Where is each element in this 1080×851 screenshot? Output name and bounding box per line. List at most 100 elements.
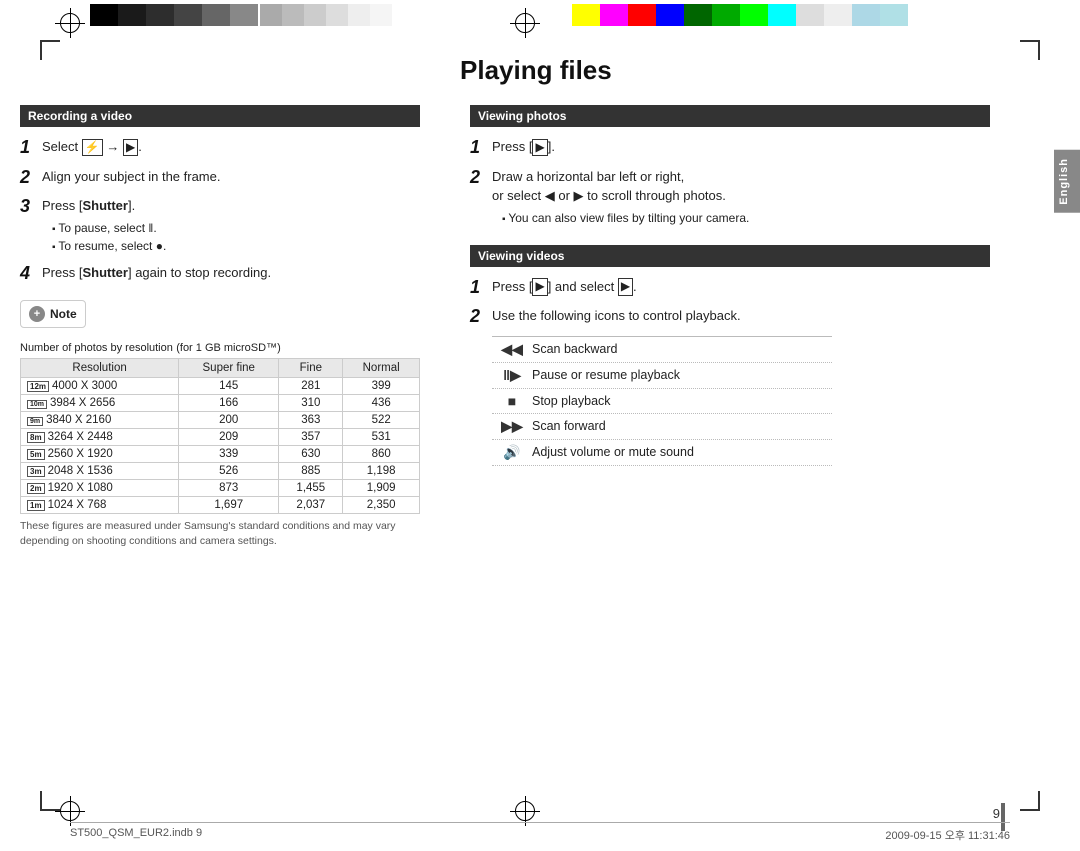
viewing-videos-section: Viewing videos 1 Press [▶] and select ▶.… bbox=[470, 245, 990, 466]
scan-backward-icon: ◀◀ bbox=[492, 341, 532, 358]
recording-header: Recording a video bbox=[20, 105, 420, 127]
scan-forward-icon: ▶▶ bbox=[492, 418, 532, 435]
step-3-bullet-2: To resume, select ●. bbox=[52, 237, 420, 255]
icon-row-scan-forward: ▶▶ Scan forward bbox=[492, 414, 832, 440]
gray-bar-2 bbox=[282, 4, 304, 26]
viewing-photos-header: Viewing photos bbox=[470, 105, 990, 127]
note-box: + Note bbox=[20, 300, 86, 328]
black-bars bbox=[90, 4, 258, 26]
video-icon: ▶ bbox=[123, 139, 138, 157]
viewing-photos-section: Viewing photos 1 Press [▶]. 2 Draw a hor… bbox=[470, 105, 990, 227]
powder-blue-bar bbox=[880, 4, 908, 26]
photo-bullet-1: You can also view files by tilting your … bbox=[502, 209, 990, 227]
resolution-table: Resolution Super fine Fine Normal 12m400… bbox=[20, 358, 420, 514]
volume-label: Adjust volume or mute sound bbox=[532, 445, 832, 459]
right-column: Viewing photos 1 Press [▶]. 2 Draw a hor… bbox=[470, 105, 990, 466]
table-row: 9m3840 X 2160 200363522 bbox=[21, 412, 420, 429]
light-gray-bar bbox=[796, 4, 824, 26]
photo-step-1-number: 1 bbox=[470, 137, 492, 159]
scan-forward-label: Scan forward bbox=[532, 419, 832, 433]
camera-icon: ⚡ bbox=[82, 139, 103, 157]
table-title: Number of photos by resolution (for 1 GB… bbox=[20, 340, 420, 354]
gray-bar-1 bbox=[260, 4, 282, 26]
corner-bl bbox=[40, 791, 60, 811]
photo-step-1: 1 Press [▶]. bbox=[470, 137, 990, 159]
step-3-content: Press [Shutter]. To pause, select ‖. To … bbox=[42, 196, 420, 255]
black-bar-1 bbox=[90, 4, 118, 26]
step-3: 3 Press [Shutter]. To pause, select ‖. T… bbox=[20, 196, 420, 255]
play-btn-icon: ▶ bbox=[532, 139, 547, 157]
step-1: 1 Select ⚡ → ▶. bbox=[20, 137, 420, 159]
gray-bar-6 bbox=[370, 4, 392, 26]
step-4: 4 Press [Shutter] again to stop recordin… bbox=[20, 263, 420, 285]
red-bar bbox=[628, 4, 656, 26]
viewing-videos-header: Viewing videos bbox=[470, 245, 990, 267]
light-green-bar bbox=[740, 4, 768, 26]
icon-row-scan-backward: ◀◀ Scan backward bbox=[492, 336, 832, 363]
video-step-1: 1 Press [▶] and select ▶. bbox=[470, 277, 990, 299]
gray-bar-4 bbox=[326, 4, 348, 26]
left-column: Recording a video 1 Select ⚡ → ▶. 2 Alig… bbox=[20, 105, 420, 549]
select-icon: ▶ bbox=[618, 278, 633, 296]
col-normal: Normal bbox=[343, 359, 420, 378]
icon-row-volume: 🔊 Adjust volume or mute sound bbox=[492, 440, 832, 466]
magenta-bar bbox=[600, 4, 628, 26]
col-resolution: Resolution bbox=[21, 359, 179, 378]
yellow-bar bbox=[572, 4, 600, 26]
pause-resume-icon: ‖▶ bbox=[492, 367, 532, 384]
stop-icon: ■ bbox=[492, 393, 532, 409]
note-circle: + bbox=[29, 306, 45, 322]
video-step-2-number: 2 bbox=[470, 306, 492, 328]
video-step-2-content: Use the following icons to control playb… bbox=[492, 306, 990, 326]
corner-br bbox=[1020, 791, 1040, 811]
table-row: 12m4000 X 3000 145281399 bbox=[21, 378, 420, 395]
icons-control-table: ◀◀ Scan backward ‖▶ Pause or resume play… bbox=[492, 336, 832, 466]
page-number: 9 bbox=[993, 806, 1000, 821]
table-row: 1m1024 X 768 1,6972,0372,350 bbox=[21, 497, 420, 514]
resolution-table-section: Number of photos by resolution (for 1 GB… bbox=[20, 340, 420, 548]
lighter-gray-bar bbox=[824, 4, 852, 26]
black-bar-6 bbox=[230, 4, 258, 26]
scan-backward-label: Scan backward bbox=[532, 342, 832, 356]
black-bar-4 bbox=[174, 4, 202, 26]
gray-bar-5 bbox=[348, 4, 370, 26]
arrow-symbol: → bbox=[106, 139, 123, 154]
photo-step-2: 2 Draw a horizontal bar left or right, o… bbox=[470, 167, 990, 227]
table-row: 5m2560 X 1920 339630860 bbox=[21, 446, 420, 463]
corner-tr bbox=[1020, 40, 1040, 60]
english-tab: English bbox=[1054, 150, 1080, 213]
black-bar-5 bbox=[202, 4, 230, 26]
footer: ST500_QSM_EUR2.indb 9 2009-09-15 오후 11:3… bbox=[70, 822, 1010, 843]
table-note: These figures are measured under Samsung… bbox=[20, 519, 420, 548]
dark-green-bar bbox=[684, 4, 712, 26]
video-step-2: 2 Use the following icons to control pla… bbox=[470, 306, 990, 328]
reg-mark-top-center bbox=[510, 8, 540, 38]
page-title: Playing files bbox=[460, 55, 612, 86]
photo-step-2-number: 2 bbox=[470, 167, 492, 189]
photo-step-2-content: Draw a horizontal bar left or right, or … bbox=[492, 167, 990, 227]
table-row: 10m3984 X 2656 166310436 bbox=[21, 395, 420, 412]
video-step-1-number: 1 bbox=[470, 277, 492, 299]
step-4-number: 4 bbox=[20, 263, 42, 285]
gray-bar-3 bbox=[304, 4, 326, 26]
green-bar bbox=[712, 4, 740, 26]
footer-left: ST500_QSM_EUR2.indb 9 bbox=[70, 827, 202, 843]
step-2-number: 2 bbox=[20, 167, 42, 189]
black-bar-2 bbox=[118, 4, 146, 26]
footer-right: 2009-09-15 오후 11:31:46 bbox=[885, 827, 1010, 843]
photo-step-1-content: Press [▶]. bbox=[492, 137, 990, 157]
step-1-content: Select ⚡ → ▶. bbox=[42, 137, 420, 157]
reg-mark-top-left bbox=[55, 8, 85, 38]
col-superfine: Super fine bbox=[179, 359, 279, 378]
step-3-number: 3 bbox=[20, 196, 42, 218]
light-blue-bar bbox=[852, 4, 880, 26]
pause-resume-label: Pause or resume playback bbox=[532, 368, 832, 382]
step-3-bullets: To pause, select ‖. To resume, select ●. bbox=[42, 219, 420, 255]
video-step-1-content: Press [▶] and select ▶. bbox=[492, 277, 990, 297]
stop-label: Stop playback bbox=[532, 394, 832, 408]
color-bars bbox=[0, 0, 1080, 30]
icon-row-stop: ■ Stop playback bbox=[492, 389, 832, 414]
step-4-content: Press [Shutter] again to stop recording. bbox=[42, 263, 420, 283]
col-fine: Fine bbox=[279, 359, 343, 378]
step-2-content: Align your subject in the frame. bbox=[42, 167, 420, 187]
